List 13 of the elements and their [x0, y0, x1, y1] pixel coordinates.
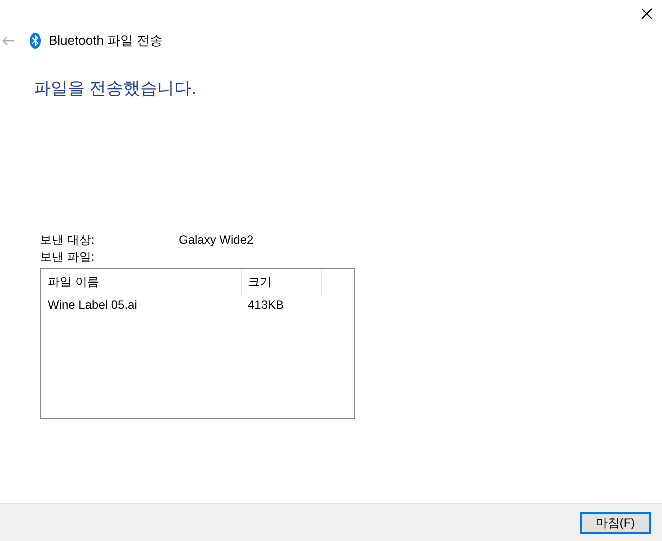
window-title: Bluetooth 파일 전송: [49, 32, 164, 50]
column-header[interactable]: 크기: [242, 268, 322, 294]
column-header[interactable]: 파일 이름: [41, 268, 242, 294]
field-value: Galaxy Wide2: [179, 232, 254, 249]
back-arrow-icon: [2, 36, 14, 46]
table-cell-text: 413KB: [247, 296, 286, 314]
field-label: 보낸 대상:: [40, 232, 96, 249]
finish-button[interactable]: 마침(F): [580, 512, 651, 534]
field-label: 보낸 파일:: [40, 249, 96, 266]
status-heading: 파일을 전송했습니다.: [34, 79, 196, 98]
close-icon: [641, 8, 653, 20]
table-cell-text: Wine Label 05.ai: [47, 296, 138, 314]
bluetooth-icon: [30, 33, 41, 49]
